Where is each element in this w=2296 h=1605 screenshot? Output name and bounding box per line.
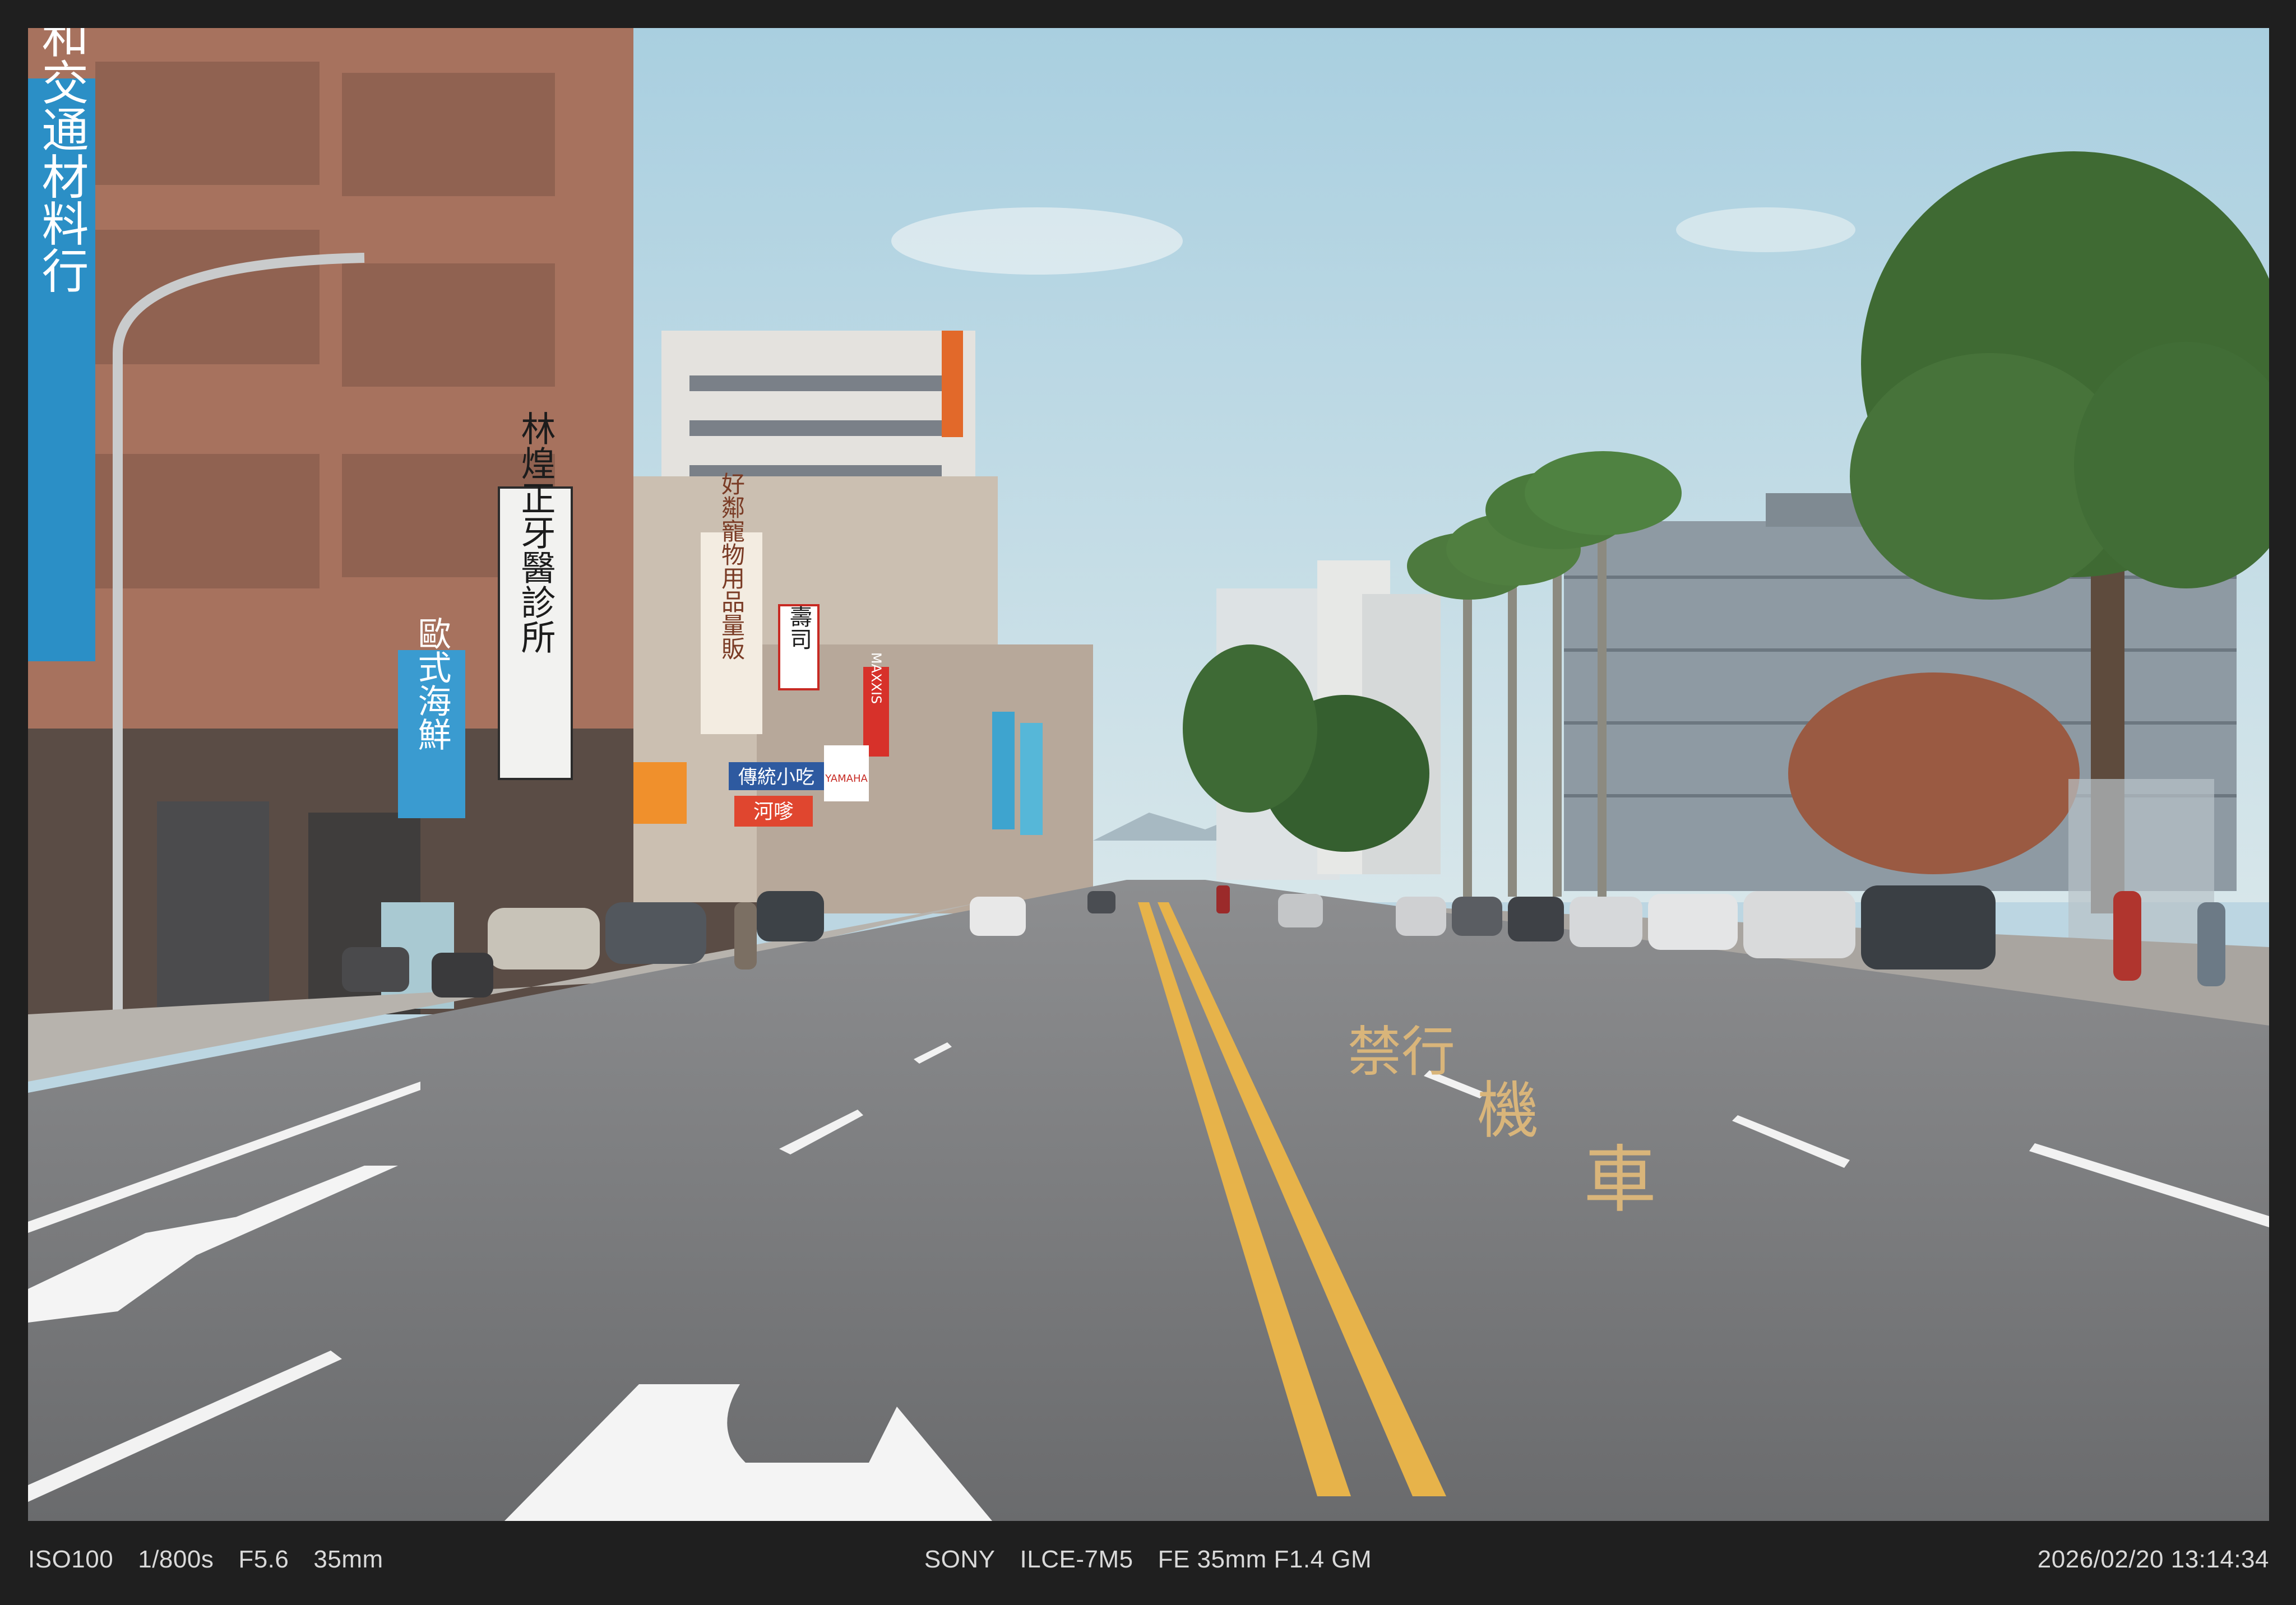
pedestrian: [734, 902, 757, 970]
exif-datetime: 2026/02/20 13:14:34: [2037, 1546, 2269, 1573]
roadside-tree: [1183, 644, 1317, 813]
sign-maxxis-text: MAXXIS: [868, 652, 884, 704]
sign-yamaha: YAMAHA: [824, 745, 869, 801]
street-photo: 天和交通材料行 林煌正牙醫診所 歐式海鮮 好鄰寵物用品量販 壽司 傳統小吃 河嗲…: [28, 28, 2269, 1521]
cloud: [1676, 207, 1855, 252]
exif-brand: SONY: [924, 1546, 996, 1573]
sign-he-ai-text: 河嗲: [753, 800, 794, 823]
photo-frame: 天和交通材料行 林煌正牙醫診所 歐式海鮮 好鄰寵物用品量販 壽司 傳統小吃 河嗲…: [0, 0, 2296, 1605]
sign-snack-text: 傳統小吃: [738, 766, 814, 788]
sign-he-ai: 河嗲: [734, 796, 813, 827]
moving-car-silver: [1278, 894, 1323, 927]
scooter-rider: [1216, 885, 1230, 913]
sign-dental-text: 林煌正牙醫診所: [515, 411, 556, 654]
sign-blue-vertical: [992, 712, 1015, 829]
sign-sushi-text: 壽司: [786, 605, 812, 650]
sign-left-big-vertical-text: 天和交通材料行: [34, 28, 89, 294]
moving-car-dark: [1087, 891, 1115, 913]
sign-maxxis: MAXXIS: [863, 652, 889, 757]
shop-shutter: [157, 801, 269, 1014]
sign-left-big-vertical: 天和交通材料行: [28, 28, 95, 661]
sign-pet-text: 好鄰寵物用品量販: [718, 472, 746, 660]
cloud: [891, 207, 1183, 275]
sign-orange-vertical: [633, 762, 687, 824]
pedestrian: [2197, 902, 2225, 986]
sign-cyan-vertical: [1020, 723, 1043, 835]
pedestrian: [2113, 891, 2141, 981]
sign-yamaha-text: YAMAHA: [825, 773, 868, 785]
autumn-tree: [1788, 672, 2080, 874]
sign-seafood-text: 歐式海鮮: [412, 616, 451, 751]
road-text-line-1: 禁行: [1348, 1020, 1455, 1083]
sign-snack: 傳統小吃: [729, 762, 824, 790]
exif-camera: SONY ILCE-7M5 FE 35mm F1.4 GM: [0, 1546, 2296, 1574]
sign-sushi: 壽司: [778, 604, 820, 690]
road-text-line-2: 機: [1477, 1075, 1539, 1147]
exif-lens: FE 35mm F1.4 GM: [1158, 1546, 1372, 1573]
moving-car-white: [970, 897, 1026, 936]
orange-rooftop-sign: [942, 331, 963, 437]
exif-model: ILCE-7M5: [1020, 1546, 1133, 1573]
street-scene: 天和交通材料行 林煌正牙醫診所 歐式海鮮 好鄰寵物用品量販 壽司 傳統小吃 河嗲…: [28, 28, 2269, 1521]
road-text-line-3: 車: [1584, 1137, 1656, 1222]
